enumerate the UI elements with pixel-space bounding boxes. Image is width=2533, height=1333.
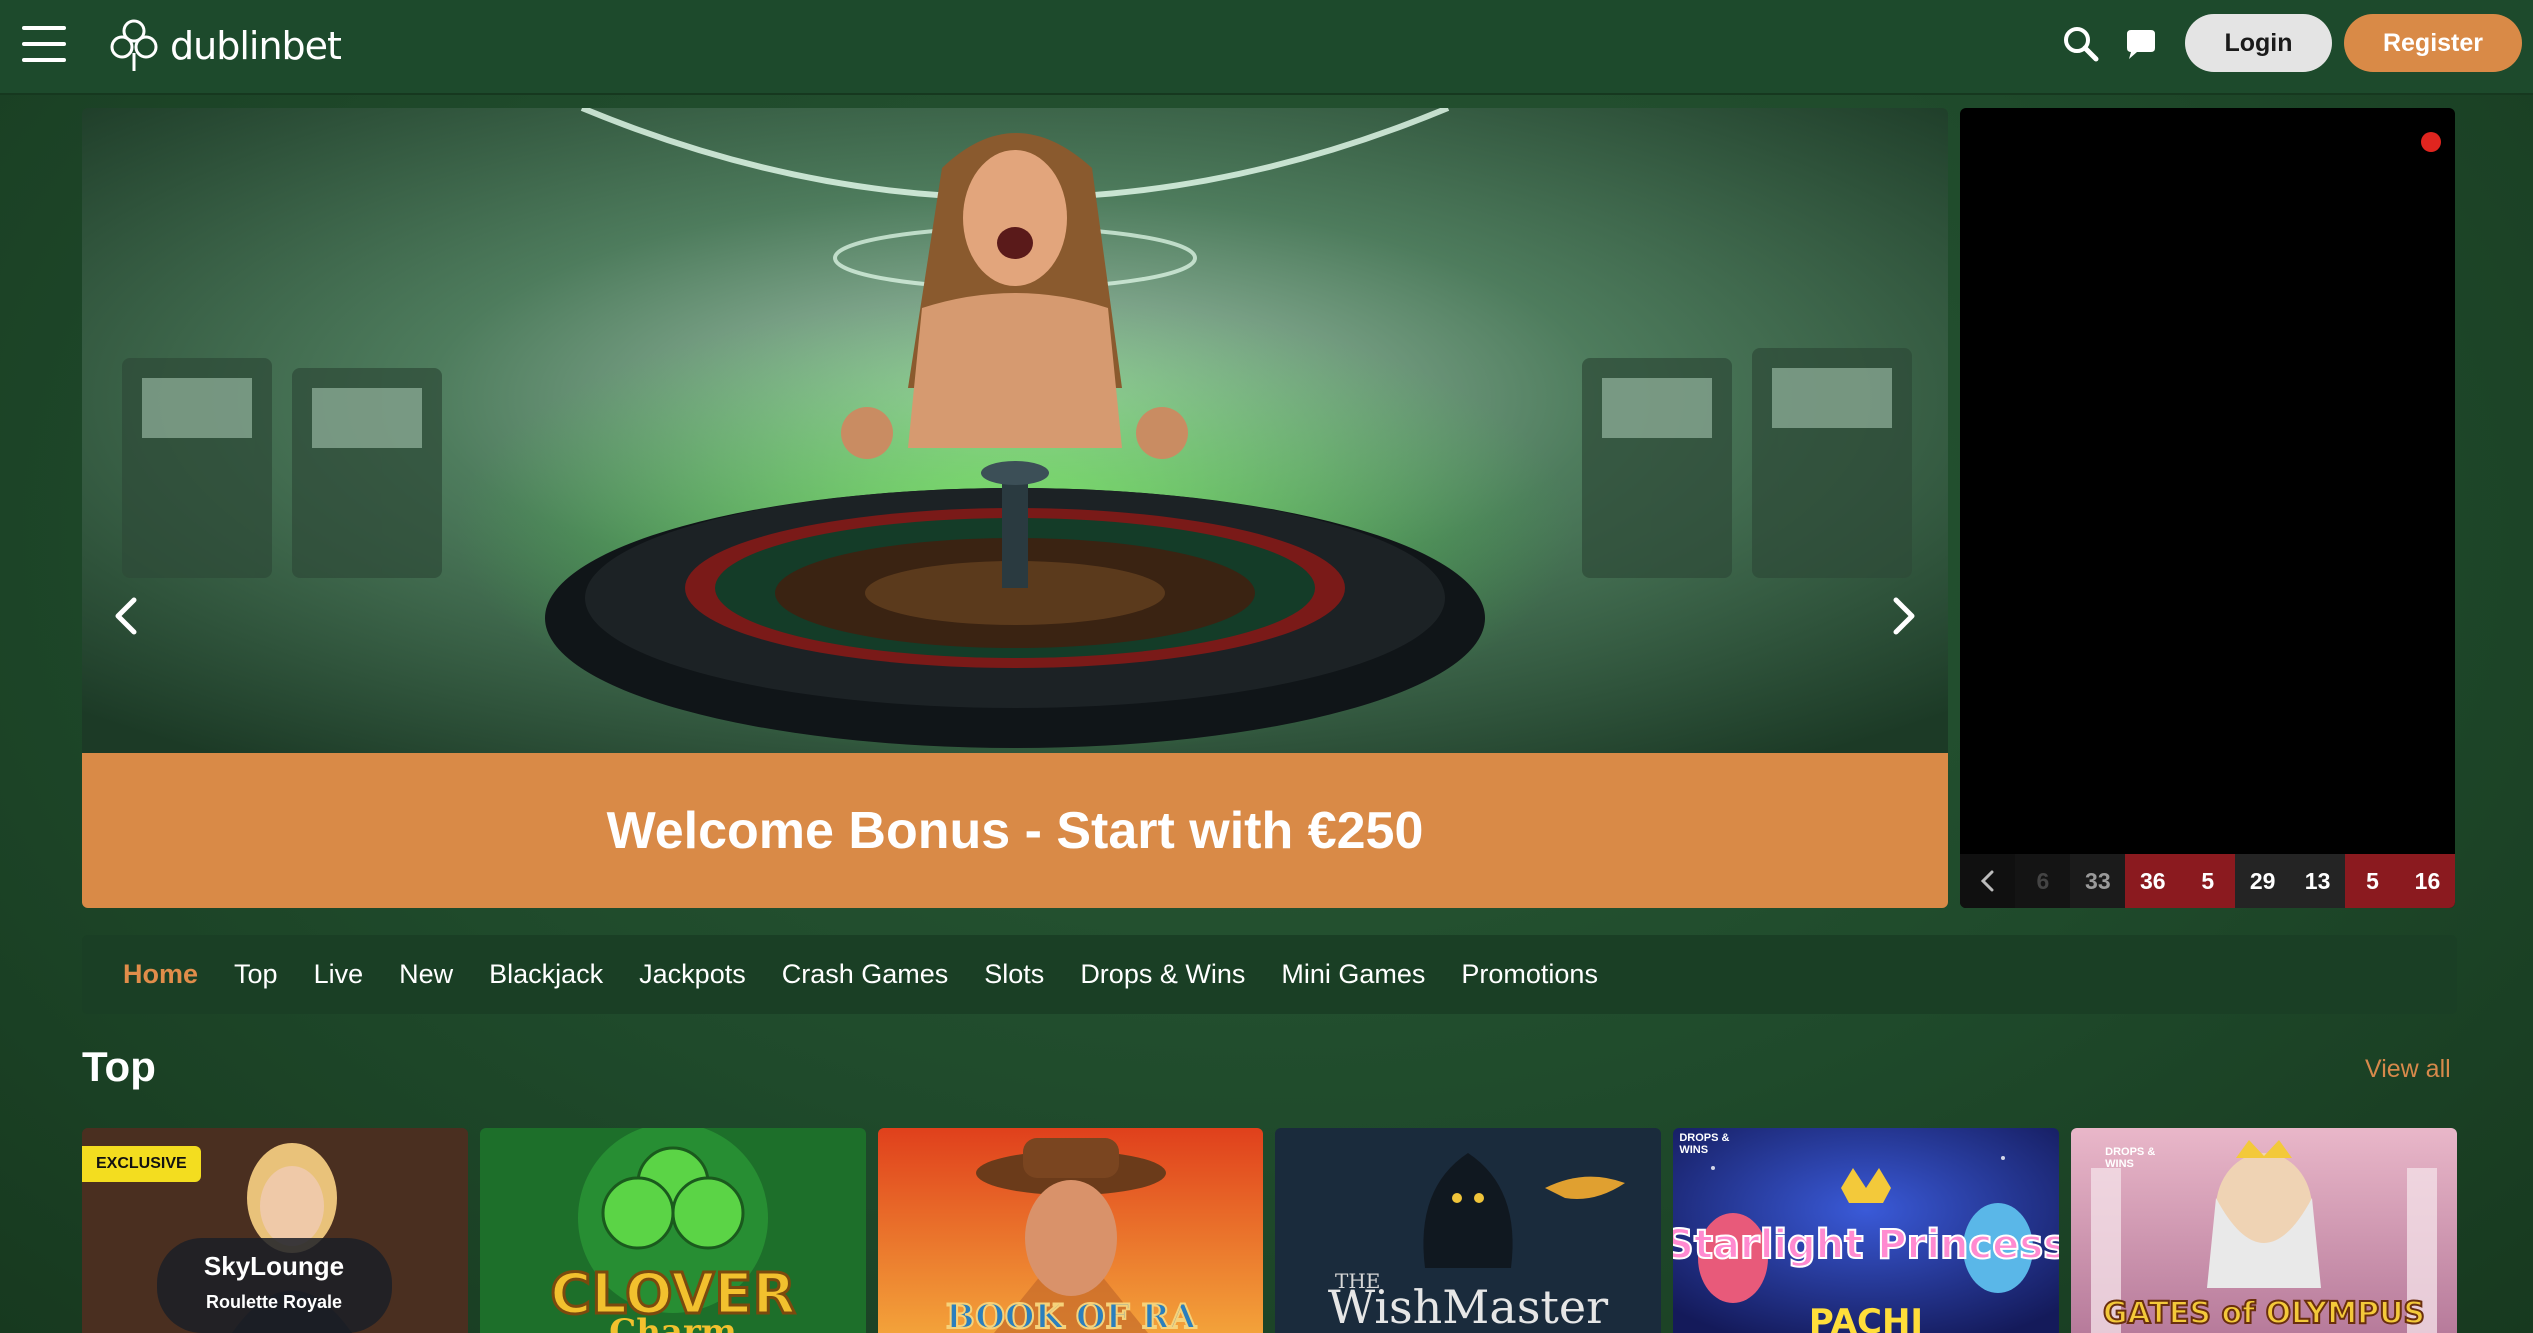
shamrock-logo-icon bbox=[110, 19, 158, 71]
game-title: Starlight Princess bbox=[1673, 1222, 2059, 1268]
result-number: 6 bbox=[2015, 854, 2071, 908]
chevron-left-icon bbox=[1980, 870, 1994, 892]
category-nav: Home Top Live New Blackjack Jackpots Cra… bbox=[82, 935, 2457, 1014]
section-title: Top bbox=[82, 1043, 156, 1090]
game-thumbnail: Starlight Princess PACHI bbox=[1673, 1128, 2060, 1333]
view-all-link[interactable]: View all bbox=[2365, 1055, 2451, 1084]
chevron-left-icon[interactable] bbox=[102, 586, 152, 646]
tab-slots[interactable]: Slots bbox=[984, 959, 1044, 990]
tab-blackjack[interactable]: Blackjack bbox=[489, 959, 603, 990]
game-tile-gates-of-olympus[interactable]: GATES of OLYMPUS DROPS & WINS bbox=[2071, 1128, 2457, 1333]
tab-promotions[interactable]: Promotions bbox=[1461, 959, 1598, 990]
result-number: 13 bbox=[2290, 854, 2346, 908]
game-tile-starlight-princess[interactable]: Starlight Princess PACHI DROPS & WINS bbox=[1673, 1128, 2060, 1333]
banner-cta[interactable]: Welcome Bonus - Start with €250 bbox=[82, 753, 1948, 908]
game-tile-book-of-ra[interactable]: BOOK OF RA bbox=[877, 1128, 1264, 1333]
chevron-right-icon[interactable] bbox=[1878, 586, 1928, 646]
drops-wins-badge: DROPS & WINS bbox=[1679, 1132, 1730, 1156]
tab-crash-games[interactable]: Crash Games bbox=[782, 959, 949, 990]
game-title: SkyLounge bbox=[204, 1251, 344, 1281]
result-number: 29 bbox=[2235, 854, 2291, 908]
game-tile-skylounge[interactable]: SkyLounge Roulette Royale EXCLUSIVE bbox=[82, 1128, 468, 1333]
search-icon[interactable] bbox=[2061, 24, 2101, 64]
tab-mini-games[interactable]: Mini Games bbox=[1281, 959, 1425, 990]
drops-wins-badge: DROPS & WINS bbox=[2105, 1146, 2156, 1170]
result-number: 36 bbox=[2125, 854, 2181, 908]
game-tile-wishmaster[interactable]: THE WishMaster bbox=[1275, 1128, 1662, 1333]
result-number: 33 bbox=[2070, 854, 2126, 908]
game-title: WishMaster bbox=[1328, 1280, 1608, 1333]
game-thumbnail: THE WishMaster bbox=[1275, 1128, 1662, 1333]
tab-top[interactable]: Top bbox=[234, 959, 278, 990]
live-roulette-panel[interactable]: 6 33 36 5 29 13 5 16 bbox=[1960, 108, 2455, 908]
roulette-results-strip: 6 33 36 5 29 13 5 16 bbox=[1960, 854, 2455, 908]
exclusive-badge: EXCLUSIVE bbox=[82, 1146, 201, 1182]
result-number: 5 bbox=[2180, 854, 2236, 908]
menu-icon[interactable] bbox=[22, 26, 66, 64]
tab-home[interactable]: Home bbox=[123, 959, 198, 990]
tab-drops-wins[interactable]: Drops & Wins bbox=[1080, 959, 1245, 990]
game-subtitle: Charm bbox=[609, 1312, 737, 1333]
game-tile-clover-charm[interactable]: CLOVER Charm bbox=[479, 1128, 866, 1333]
tab-new[interactable]: New bbox=[399, 959, 453, 990]
login-button[interactable]: Login bbox=[2185, 14, 2332, 72]
result-number: 16 bbox=[2400, 854, 2455, 908]
top-header: dublinbet Login Register bbox=[0, 0, 2533, 95]
game-subtitle: Roulette Royale bbox=[206, 1292, 342, 1312]
live-indicator-icon bbox=[2421, 132, 2441, 152]
game-subtitle: PACHI bbox=[1809, 1302, 1923, 1333]
promo-banner[interactable]: Welcome Bonus - Start with €250 bbox=[82, 108, 1948, 908]
banner-image bbox=[82, 108, 1948, 753]
tab-jackpots[interactable]: Jackpots bbox=[639, 959, 746, 990]
game-thumbnail: BOOK OF RA bbox=[877, 1128, 1264, 1333]
logo-text: dublinbet bbox=[170, 24, 342, 68]
game-tiles-row: SkyLounge Roulette Royale EXCLUSIVE CLOV… bbox=[82, 1128, 2457, 1333]
game-title: BOOK OF RA bbox=[946, 1297, 1197, 1333]
game-thumbnail: CLOVER Charm bbox=[479, 1128, 866, 1333]
logo[interactable]: dublinbet bbox=[106, 16, 342, 76]
result-number: 5 bbox=[2345, 854, 2400, 908]
chat-icon[interactable] bbox=[2121, 26, 2161, 66]
game-title: GATES of OLYMPUS bbox=[2103, 1296, 2425, 1331]
results-prev-button[interactable] bbox=[1960, 854, 2015, 908]
tab-live[interactable]: Live bbox=[314, 959, 364, 990]
banner-headline: Welcome Bonus - Start with €250 bbox=[606, 801, 1424, 860]
register-button[interactable]: Register bbox=[2344, 14, 2522, 72]
